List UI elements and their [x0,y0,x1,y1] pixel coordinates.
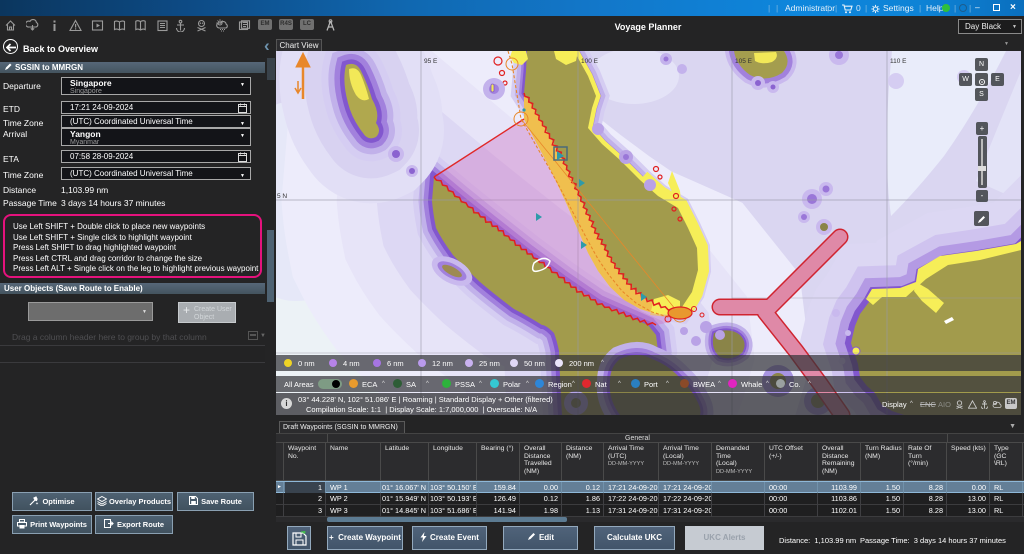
svg-text:105 E: 105 E [735,58,753,65]
svg-text:95 E: 95 E [424,58,438,65]
svg-text:5 N: 5 N [277,193,287,200]
svg-text:110 E: 110 E [890,58,907,65]
svg-text:100 E: 100 E [581,58,599,65]
